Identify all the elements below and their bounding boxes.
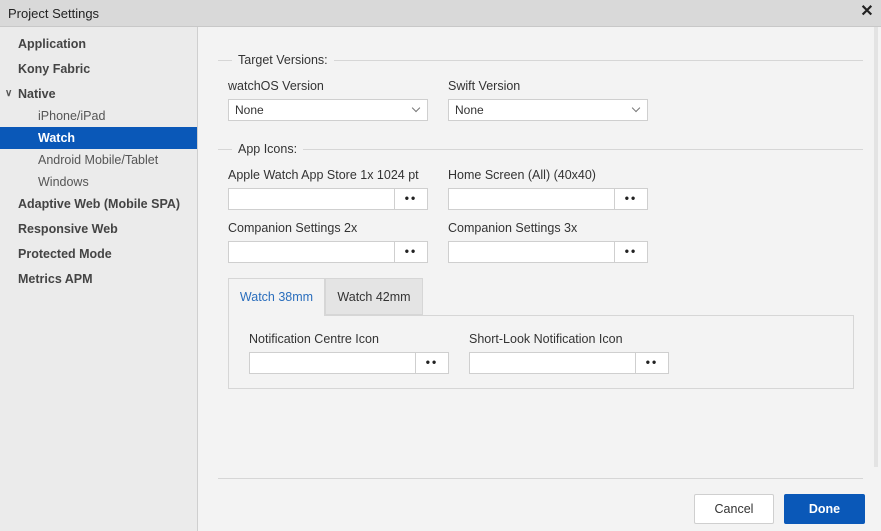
sidebar-item-iphone-ipad[interactable]: iPhone/iPad: [0, 105, 197, 127]
short-look-icon-field: ••: [469, 352, 669, 374]
app-store-icon-field: ••: [228, 188, 428, 210]
companion-3x-input[interactable]: [449, 242, 615, 262]
scrollbar[interactable]: [874, 27, 878, 467]
chevron-down-icon: [631, 103, 641, 113]
sidebar-item-label: Native: [18, 87, 56, 101]
chevron-down-icon: [411, 103, 421, 113]
companion-2x-input[interactable]: [229, 242, 395, 262]
sidebar-item-protected-mode[interactable]: Protected Mode: [0, 243, 197, 265]
sidebar-item-adaptive-web[interactable]: Adaptive Web (Mobile SPA): [0, 193, 197, 215]
section-divider: [218, 149, 863, 150]
swift-version-select[interactable]: None: [448, 99, 648, 121]
browse-button[interactable]: ••: [415, 353, 448, 373]
sidebar-item-kony-fabric[interactable]: Kony Fabric: [0, 58, 197, 80]
browse-button[interactable]: ••: [394, 189, 427, 209]
companion-3x-field: ••: [448, 241, 648, 263]
home-screen-icon-field: ••: [448, 188, 648, 210]
notification-centre-icon-field: ••: [249, 352, 449, 374]
sidebar-item-watch[interactable]: Watch: [0, 127, 197, 149]
sidebar-item-metrics-apm[interactable]: Metrics APM: [0, 268, 197, 290]
companion-2x-field: ••: [228, 241, 428, 263]
short-look-icon-input[interactable]: [470, 353, 636, 373]
main-panel: Target Versions: watchOS Version None Sw…: [198, 27, 881, 531]
tab-watch-42mm[interactable]: Watch 42mm: [325, 278, 423, 315]
watchos-version-label: watchOS Version: [228, 79, 324, 93]
cancel-button[interactable]: Cancel: [694, 494, 774, 524]
window-title: Project Settings: [8, 6, 100, 21]
sidebar-item-android[interactable]: Android Mobile/Tablet: [0, 149, 197, 171]
swift-version-label: Swift Version: [448, 79, 521, 93]
companion-3x-label: Companion Settings 3x: [448, 221, 578, 235]
sidebar-item-application[interactable]: Application: [0, 33, 197, 55]
close-icon[interactable]: ✕: [859, 3, 875, 21]
sidebar-item-responsive-web[interactable]: Responsive Web: [0, 218, 197, 240]
footer-divider: [218, 478, 863, 479]
companion-2x-label: Companion Settings 2x: [228, 221, 358, 235]
app-icons-title: App Icons:: [232, 142, 304, 156]
target-versions-title: Target Versions:: [232, 53, 334, 67]
browse-button[interactable]: ••: [614, 242, 647, 262]
browse-button[interactable]: ••: [635, 353, 668, 373]
sidebar-item-native[interactable]: ∨ Native: [0, 83, 197, 105]
home-screen-icon-input[interactable]: [449, 189, 615, 209]
tab-watch-38mm[interactable]: Watch 38mm: [228, 278, 325, 316]
done-button[interactable]: Done: [784, 494, 865, 524]
title-bar: Project Settings ✕: [0, 0, 881, 27]
home-screen-icon-label: Home Screen (All) (40x40): [448, 168, 596, 182]
app-store-icon-label: Apple Watch App Store 1x 1024 pt: [228, 168, 419, 182]
chevron-down-icon[interactable]: ∨: [5, 83, 12, 105]
short-look-icon-label: Short-Look Notification Icon: [469, 332, 623, 346]
sidebar-item-windows[interactable]: Windows: [0, 171, 197, 193]
notification-centre-icon-input[interactable]: [250, 353, 416, 373]
watchos-version-select[interactable]: None: [228, 99, 428, 121]
sidebar: Application Kony Fabric ∨ Native iPhone/…: [0, 27, 198, 531]
app-store-icon-input[interactable]: [229, 189, 395, 209]
browse-button[interactable]: ••: [614, 189, 647, 209]
swift-version-value: None: [455, 103, 484, 117]
notification-centre-icon-label: Notification Centre Icon: [249, 332, 379, 346]
watchos-version-value: None: [235, 103, 264, 117]
browse-button[interactable]: ••: [394, 242, 427, 262]
